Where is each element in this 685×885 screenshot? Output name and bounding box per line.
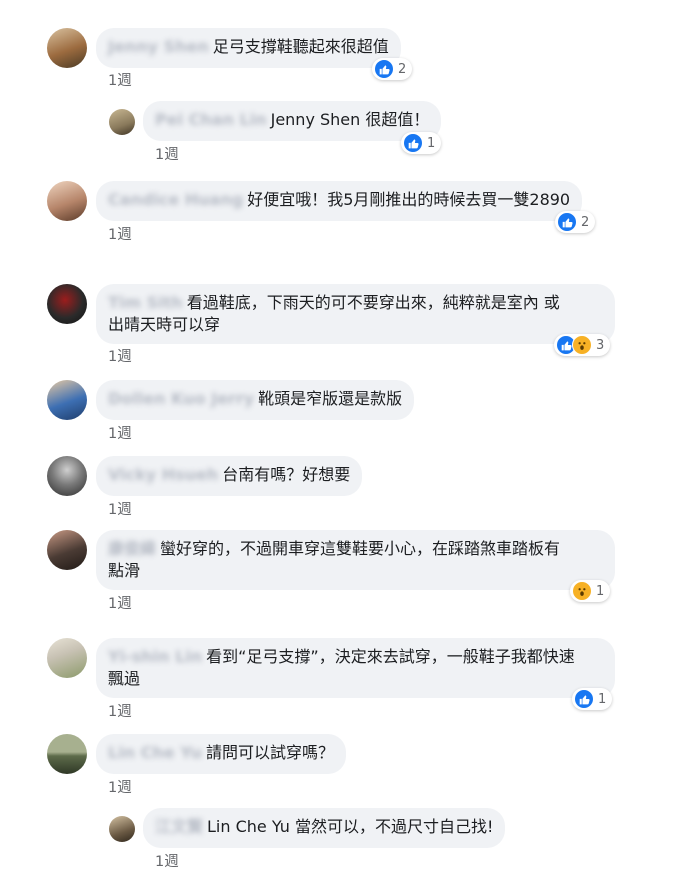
reaction-count: 1 xyxy=(427,135,436,151)
comment-bubble: Pei Chan Lin Jenny Shen 很超值！ xyxy=(143,101,442,141)
wow-face-icon xyxy=(572,581,592,601)
thumbs-up-icon xyxy=(374,59,394,79)
comment-timestamp[interactable]: 1週 xyxy=(155,850,179,871)
comment-author[interactable]: Pei Chan Lin xyxy=(155,110,267,129)
comment-author[interactable]: Vicky Hsueh xyxy=(108,465,218,484)
comment-text: 靴頭是窄版還是款版 xyxy=(258,389,403,408)
comment-text-line: 看到“足弓支撐”，決定來去試穿，一般鞋子我都快速 xyxy=(206,647,575,666)
comment-bubble: Yi-shin Lin 看到“足弓支撐”，決定來去試穿，一般鞋子我都快速 飄過 xyxy=(96,638,615,698)
comment-timestamp[interactable]: 1週 xyxy=(108,345,132,366)
comment-author[interactable]: Tim Sith xyxy=(108,293,183,312)
reaction-summary[interactable]: 1 xyxy=(570,580,611,602)
reaction-count: 1 xyxy=(596,583,605,599)
comment-author[interactable]: Jenny Shen xyxy=(108,37,209,56)
comment-text-line: 看過鞋底，下雨天的可不要穿出來，純粹就是室內 或 xyxy=(186,293,560,312)
comment-text: 台南有嗎？好想要 xyxy=(222,465,351,484)
comment-bubble: Jenny Shen 足弓支撐鞋聽起來很超值 xyxy=(96,28,401,68)
comment-text: Jenny Shen 很超值！ xyxy=(270,110,430,129)
comment-bubble: 江文賢 Lin Che Yu 當然可以，不過尺寸自己找! xyxy=(143,808,506,848)
avatar[interactable] xyxy=(109,816,135,842)
comment-text-line: 出晴天時可以穿 xyxy=(108,315,221,334)
thumbs-up-icon xyxy=(574,689,594,709)
avatar[interactable] xyxy=(47,734,87,774)
reaction-summary[interactable]: 2 xyxy=(555,211,596,233)
comment-author[interactable]: Candice Huang xyxy=(108,190,243,209)
comment-text-line: 蠻好穿的，不過開車穿這雙鞋要小心，在踩踏煞車踏板有 xyxy=(160,539,561,558)
thumbs-up-icon xyxy=(403,133,423,153)
comment-author[interactable]: 康俊緯 xyxy=(108,539,156,558)
wow-face-icon xyxy=(572,335,592,355)
comment-timestamp[interactable]: 1週 xyxy=(108,223,132,244)
avatar[interactable] xyxy=(47,181,87,221)
reaction-summary[interactable]: 1 xyxy=(401,132,442,154)
reaction-summary[interactable]: 2 xyxy=(372,58,413,80)
reaction-count: 3 xyxy=(596,337,605,353)
avatar[interactable] xyxy=(47,28,87,68)
comment-bubble: Lin Che Yu 請問可以試穿嗎？ xyxy=(96,734,347,774)
reaction-count: 1 xyxy=(598,691,607,707)
comment-timestamp[interactable]: 1週 xyxy=(108,422,132,443)
reaction-summary[interactable]: 1 xyxy=(572,688,613,710)
comment-bubble: Vicky Hsueh 台南有嗎？好想要 xyxy=(96,456,363,496)
comment-author[interactable]: Dollen Kuo Jerry xyxy=(108,389,254,408)
comment-timestamp[interactable]: 1週 xyxy=(108,592,132,613)
thumbs-up-icon xyxy=(557,212,577,232)
comment-text: 請問可以試穿嗎？ xyxy=(206,743,335,762)
comment-timestamp[interactable]: 1週 xyxy=(108,700,132,721)
comment-bubble: 康俊緯 蠻好穿的，不過開車穿這雙鞋要小心，在踩踏煞車踏板有 點滑 xyxy=(96,530,615,590)
avatar[interactable] xyxy=(47,380,87,420)
comment-bubble: Tim Sith 看過鞋底，下雨天的可不要穿出來，純粹就是室內 或 出晴天時可以穿 xyxy=(96,284,615,344)
comment-bubble: Dollen Kuo Jerry 靴頭是窄版還是款版 xyxy=(96,380,415,420)
comment-text: 好便宜哦！我5月剛推出的時候去買一雙2890 xyxy=(247,190,571,209)
comment-author[interactable]: Yi-shin Lin xyxy=(108,647,202,666)
comment-text-line: 飄過 xyxy=(108,669,141,688)
comment-timestamp[interactable]: 1週 xyxy=(108,776,132,797)
reaction-count: 2 xyxy=(398,61,407,77)
comment-author[interactable]: 江文賢 xyxy=(155,817,203,836)
comment-text-line: 點滑 xyxy=(108,561,141,580)
avatar[interactable] xyxy=(47,530,87,570)
comment-bubble: Candice Huang 好便宜哦！我5月剛推出的時候去買一雙2890 xyxy=(96,181,583,221)
comment-timestamp[interactable]: 1週 xyxy=(108,498,132,519)
comment-text: 足弓支撐鞋聽起來很超值 xyxy=(212,37,389,56)
comment-timestamp[interactable]: 1週 xyxy=(108,69,132,90)
avatar[interactable] xyxy=(47,284,87,324)
comment-author[interactable]: Lin Che Yu xyxy=(108,743,202,762)
avatar[interactable] xyxy=(47,456,87,496)
comment-timestamp[interactable]: 1週 xyxy=(155,143,179,164)
comment-text: Lin Che Yu 當然可以，不過尺寸自己找! xyxy=(207,817,494,836)
reaction-count: 2 xyxy=(581,214,590,230)
avatar[interactable] xyxy=(47,638,87,678)
avatar[interactable] xyxy=(109,109,135,135)
reaction-summary[interactable]: 3 xyxy=(554,334,611,356)
